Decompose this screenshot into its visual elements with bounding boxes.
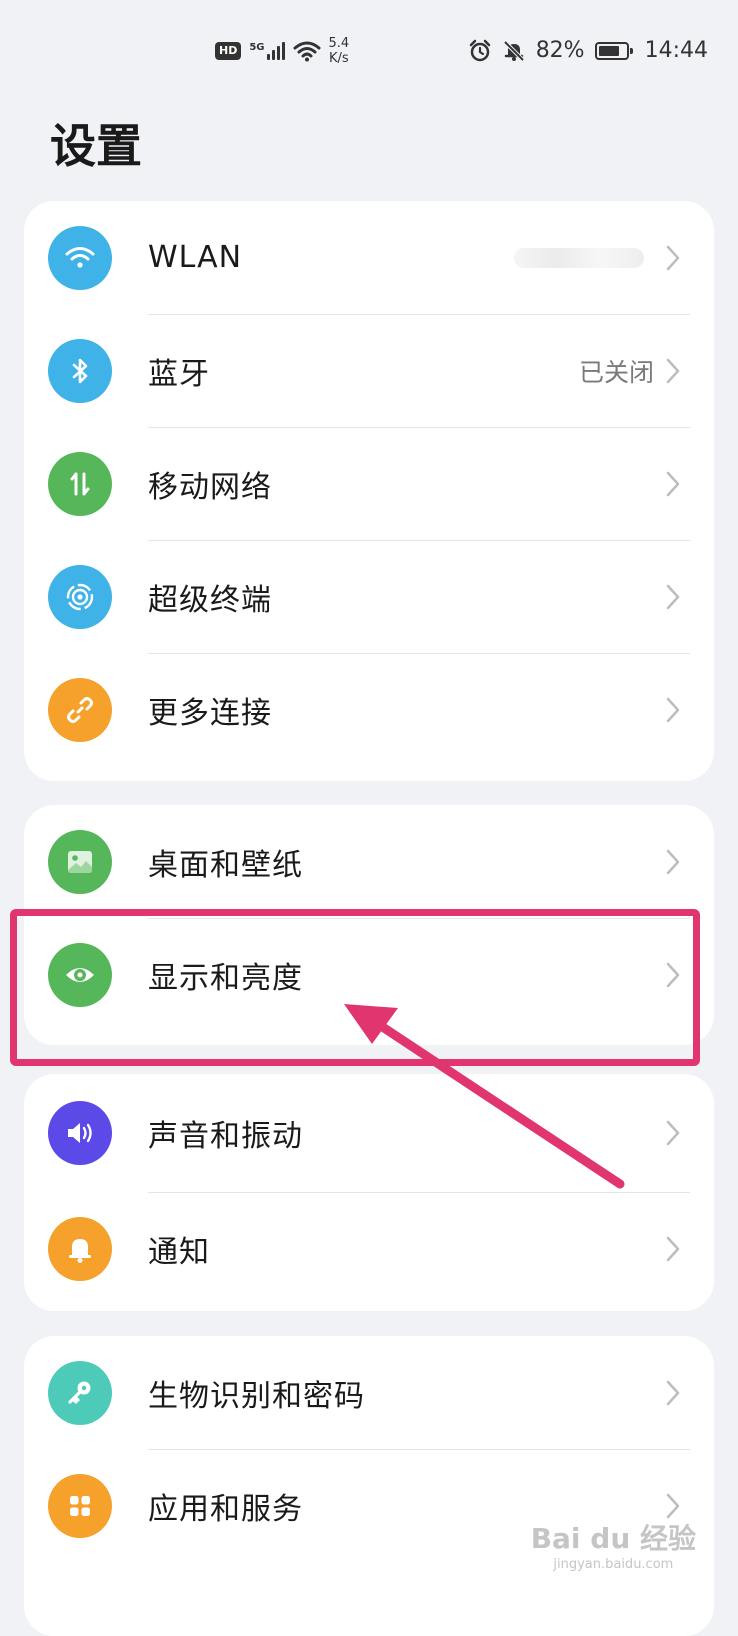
settings-item-more-connections[interactable]: 更多连接 [24, 653, 714, 766]
settings-group-connectivity: WLAN 蓝牙 已关闭 移动网络 超级终端 更多连接 [24, 201, 714, 781]
settings-item-label: 蓝牙 [148, 356, 210, 392]
wlan-network-name-redacted [514, 247, 644, 268]
chevron-right-icon [666, 1493, 680, 1518]
settings-item-wallpaper[interactable]: 桌面和壁纸 [24, 805, 714, 918]
watermark-url: jingyan.baidu.com [553, 1557, 674, 1572]
speed-value: 5.4 [328, 36, 350, 51]
settings-group-security: 生物识别和密码 应用和服务 [24, 1336, 714, 1636]
chevron-right-icon [666, 1120, 680, 1146]
link-icon [48, 677, 112, 742]
chevron-right-icon [666, 584, 680, 609]
signal-icon: 5G [249, 42, 285, 60]
bell-icon [48, 1216, 112, 1281]
battery-percent: 82% [535, 38, 585, 63]
settings-item-wlan[interactable]: WLAN [24, 201, 714, 314]
settings-item-label: 超级终端 [148, 582, 272, 618]
network-type: 5G [249, 42, 265, 53]
status-bar: HD 5G 5.4 K/s 82% 14:44 [0, 0, 738, 100]
settings-item-super-device[interactable]: 超级终端 [24, 540, 714, 653]
settings-item-label: 声音和振动 [148, 1119, 303, 1154]
settings-item-label: 更多连接 [148, 695, 272, 731]
mobile-data-icon [48, 451, 112, 516]
super-device-icon [48, 564, 112, 629]
chevron-right-icon [666, 1380, 680, 1405]
watermark-brand: Bai du 经验 [530, 1522, 696, 1555]
chevron-right-icon [666, 1236, 680, 1261]
settings-item-label: 显示和亮度 [148, 960, 303, 996]
settings-item-display-brightness[interactable]: 显示和亮度 [24, 918, 714, 1031]
settings-group-sound: 声音和振动 通知 [24, 1074, 714, 1311]
chevron-right-icon [666, 358, 680, 383]
chevron-right-icon [666, 245, 680, 270]
settings-item-label: 桌面和壁纸 [148, 847, 303, 883]
alarm-icon [469, 39, 490, 61]
network-speed: 5.4 K/s [329, 36, 350, 66]
page-title: 设置 [50, 119, 142, 173]
chevron-right-icon [666, 697, 680, 722]
settings-item-label: 生物识别和密码 [148, 1378, 365, 1414]
settings-item-label: 应用和服务 [148, 1491, 303, 1527]
mute-bell-icon [503, 40, 525, 61]
speed-unit: K/s [329, 51, 349, 66]
watermark: Bai du 经验 jingyan.baidu.com [531, 1517, 696, 1572]
settings-item-biometrics-password[interactable]: 生物识别和密码 [24, 1336, 714, 1449]
key-icon [48, 1360, 112, 1425]
settings-item-mobile-network[interactable]: 移动网络 [24, 427, 714, 540]
settings-item-label: 移动网络 [148, 469, 272, 505]
wifi-status-icon [293, 41, 321, 62]
bluetooth-icon [48, 338, 112, 403]
speaker-icon [48, 1101, 112, 1165]
settings-item-notifications[interactable]: 通知 [24, 1192, 714, 1305]
clock: 14:44 [644, 38, 708, 63]
wallpaper-icon [48, 829, 112, 894]
settings-item-bluetooth[interactable]: 蓝牙 已关闭 [24, 314, 714, 427]
chevron-right-icon [666, 849, 680, 874]
apps-grid-icon [48, 1473, 112, 1538]
wifi-icon [48, 225, 112, 290]
status-left: HD 5G 5.4 K/s [215, 36, 349, 66]
settings-item-label: 通知 [148, 1234, 210, 1270]
bluetooth-status: 已关闭 [578, 357, 654, 387]
chevron-right-icon [666, 471, 680, 496]
chevron-right-icon [666, 962, 680, 987]
status-right: 82% 14:44 [468, 38, 708, 63]
eye-icon [48, 942, 112, 1007]
battery-icon [594, 41, 633, 60]
settings-item-label: WLAN [148, 240, 243, 275]
hd-badge: HD [215, 42, 242, 60]
settings-item-sound-vibration[interactable]: 声音和振动 [24, 1074, 714, 1192]
settings-group-display: 桌面和壁纸 显示和亮度 [24, 805, 714, 1045]
